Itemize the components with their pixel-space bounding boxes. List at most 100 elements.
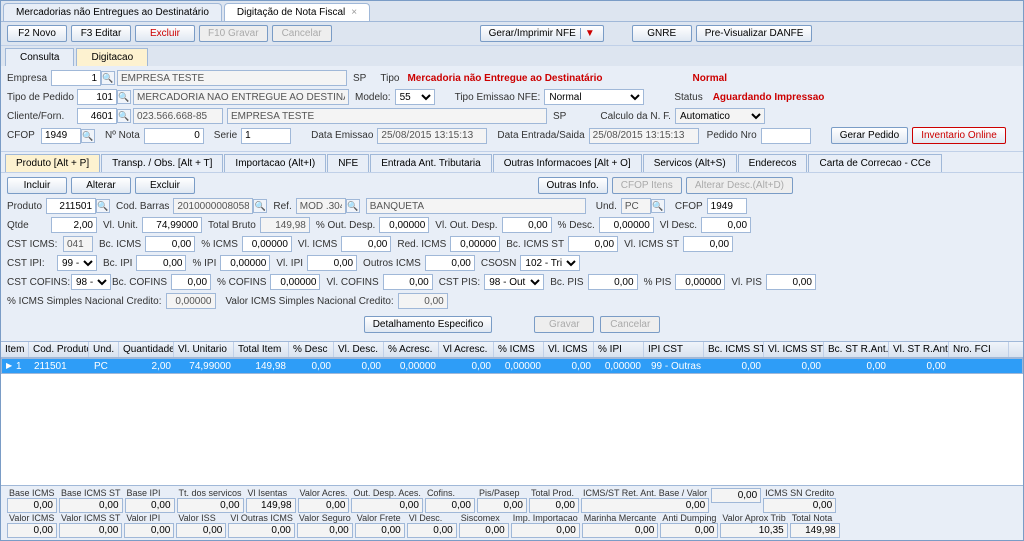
desc-label: % Desc. bbox=[558, 220, 595, 231]
tab-produto[interactable]: Produto [Alt + P] bbox=[5, 154, 100, 172]
csosn-select[interactable]: 102 - Tri bbox=[520, 255, 580, 271]
alterar-button[interactable]: Alterar bbox=[71, 177, 131, 194]
tab-outras[interactable]: Outras Informacoes [Alt + O] bbox=[493, 154, 642, 172]
simples-field bbox=[166, 293, 216, 309]
modelo-select[interactable]: 55 bbox=[395, 89, 435, 105]
tab-enderecos[interactable]: Enderecos bbox=[738, 154, 808, 172]
bcpis-field[interactable] bbox=[588, 274, 638, 290]
bcicms-label: Bc. ICMS bbox=[99, 239, 141, 250]
csosn-label: CSOSN bbox=[481, 258, 517, 269]
serie-field[interactable] bbox=[241, 128, 291, 144]
pipi-label: % IPI bbox=[192, 258, 216, 269]
close-icon[interactable]: × bbox=[351, 7, 357, 18]
subtab-digitacao[interactable]: Digitacao bbox=[76, 48, 148, 66]
modelo-label: Modelo: bbox=[355, 92, 391, 103]
picms-field[interactable] bbox=[242, 236, 292, 252]
col-header: IPI CST bbox=[644, 342, 704, 357]
vldesc-field[interactable] bbox=[701, 217, 751, 233]
chevron-down-icon[interactable]: ▼ bbox=[580, 28, 595, 39]
excluir-button[interactable]: Excluir bbox=[135, 25, 195, 42]
vloutdesp-field[interactable] bbox=[502, 217, 552, 233]
cliente-field[interactable] bbox=[77, 108, 117, 124]
outdesp-field[interactable] bbox=[379, 217, 429, 233]
danfe-button[interactable]: Pre-Visualizar DANFE bbox=[696, 25, 813, 42]
status-label: Status bbox=[674, 92, 702, 103]
vlicmsst-field[interactable] bbox=[683, 236, 733, 252]
bccofins-label: Bc. COFINS bbox=[112, 277, 167, 288]
empresa-field[interactable] bbox=[51, 70, 101, 86]
vlipi-field[interactable] bbox=[307, 255, 357, 271]
novo-button[interactable]: F2 Novo bbox=[7, 25, 67, 42]
vldesc-label: Vl Desc. bbox=[660, 220, 697, 231]
detalhamento-button[interactable]: Detalhamento Especifico bbox=[364, 316, 493, 333]
desc-field bbox=[366, 198, 586, 214]
vlcofins-field[interactable] bbox=[383, 274, 433, 290]
search-icon[interactable]: 🔍 bbox=[346, 199, 360, 213]
col-header: % Desc bbox=[289, 342, 334, 357]
pipi-field[interactable] bbox=[220, 255, 270, 271]
cfop-field[interactable] bbox=[41, 128, 81, 144]
barras-label: Cod. Barras bbox=[116, 201, 169, 212]
window-tab-digitacao[interactable]: Digitação de Nota Fiscal× bbox=[224, 3, 370, 21]
search-icon[interactable]: 🔍 bbox=[101, 71, 115, 85]
ref-field bbox=[296, 198, 346, 214]
vlunit-field[interactable] bbox=[142, 217, 202, 233]
cliente-nome bbox=[227, 108, 547, 124]
outrosicms-field[interactable] bbox=[425, 255, 475, 271]
cstcofins-select[interactable]: 98 - bbox=[71, 274, 111, 290]
ppis-field[interactable] bbox=[675, 274, 725, 290]
subtab-consulta[interactable]: Consulta bbox=[5, 48, 74, 66]
col-header: Total Item bbox=[234, 342, 289, 357]
search-icon[interactable]: 🔍 bbox=[117, 90, 131, 104]
incluir-button[interactable]: Incluir bbox=[7, 177, 67, 194]
und-field bbox=[621, 198, 651, 214]
excluir-item-button[interactable]: Excluir bbox=[135, 177, 195, 194]
vlpis-field[interactable] bbox=[766, 274, 816, 290]
tab-servicos[interactable]: Servicos (Alt+S) bbox=[643, 154, 737, 172]
pedido-label: Pedido Nro bbox=[707, 130, 757, 141]
produto-field[interactable] bbox=[46, 198, 96, 214]
vlicms-field[interactable] bbox=[341, 236, 391, 252]
pcofins-field[interactable] bbox=[270, 274, 320, 290]
tipopedido-field[interactable] bbox=[77, 89, 117, 105]
search-icon[interactable]: 🔍 bbox=[81, 129, 95, 143]
qtde-field[interactable] bbox=[51, 217, 97, 233]
tab-nfe[interactable]: NFE bbox=[327, 154, 369, 172]
gerar-pedido-button[interactable]: Gerar Pedido bbox=[831, 127, 908, 144]
window-tab-mercadorias[interactable]: Mercadorias não Entregues ao Destinatári… bbox=[3, 3, 222, 21]
calc-label: Calculo da N. F. bbox=[600, 111, 671, 122]
tab-entrada[interactable]: Entrada Ant. Tributaria bbox=[370, 154, 492, 172]
vlunit-label: Vl. Unit. bbox=[103, 220, 138, 231]
col-header: Vl. ICMS ST bbox=[764, 342, 824, 357]
search-icon[interactable]: 🔍 bbox=[253, 199, 267, 213]
cstpis-select[interactable]: 98 - Out bbox=[484, 274, 544, 290]
tab-import[interactable]: Importacao (Alt+I) bbox=[224, 154, 326, 172]
redicms-field[interactable] bbox=[450, 236, 500, 252]
search-icon[interactable]: 🔍 bbox=[117, 109, 131, 123]
search-icon[interactable]: 🔍 bbox=[651, 199, 665, 213]
nnota-field[interactable] bbox=[144, 128, 204, 144]
col-header: Vl. ST R.Ant. bbox=[889, 342, 949, 357]
gnre-button[interactable]: GNRE bbox=[632, 25, 692, 42]
inventario-button[interactable]: Inventario Online bbox=[912, 127, 1006, 144]
editar-button[interactable]: F3 Editar bbox=[71, 25, 131, 42]
bccofins-field[interactable] bbox=[171, 274, 211, 290]
outdesp-label: % Out. Desp. bbox=[316, 220, 375, 231]
bcicmsst-field[interactable] bbox=[568, 236, 618, 252]
bcipi-field[interactable] bbox=[136, 255, 186, 271]
pedido-field[interactable] bbox=[761, 128, 811, 144]
cstpis-label: CST PIS: bbox=[439, 277, 481, 288]
descp-field[interactable] bbox=[599, 217, 654, 233]
gerar-nfe-button[interactable]: Gerar/Imprimir NFE▼ bbox=[480, 25, 604, 42]
col-header: Bc. ICMS ST bbox=[704, 342, 764, 357]
simples-label: % ICMS Simples Nacional Credito: bbox=[7, 296, 162, 307]
tab-transp[interactable]: Transp. / Obs. [Alt + T] bbox=[101, 154, 223, 172]
emissao-select[interactable]: Normal bbox=[544, 89, 644, 105]
cstipi-select[interactable]: 99 - bbox=[57, 255, 97, 271]
table-row[interactable]: ▶1211501PC2,0074,99000149,980,000,000,00… bbox=[1, 358, 1023, 374]
search-icon[interactable]: 🔍 bbox=[96, 199, 110, 213]
tab-carta[interactable]: Carta de Correcao - CCe bbox=[808, 154, 941, 172]
item-cfop-field[interactable] bbox=[707, 198, 747, 214]
outras-info-button[interactable]: Outras Info. bbox=[538, 177, 608, 194]
bcicms-field[interactable] bbox=[145, 236, 195, 252]
